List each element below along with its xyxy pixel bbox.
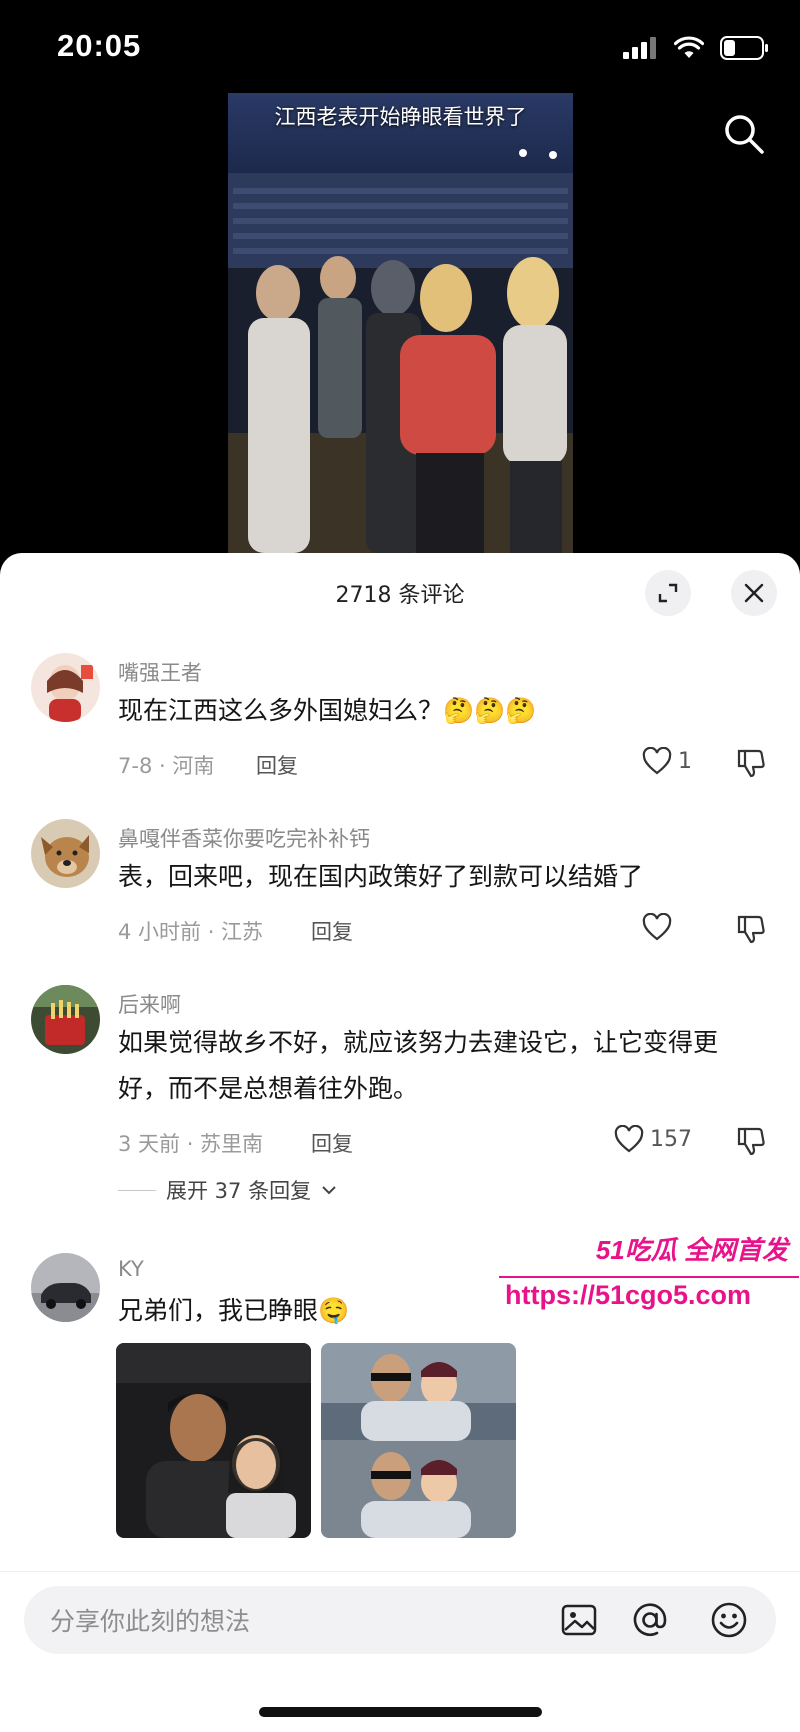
like-count: 157 [650,1126,692,1152]
comment-text: 现在江西这么多外国媳妇么？🤔🤔🤔 [118,696,537,725]
image-button[interactable] [560,1601,598,1639]
video-caption: 江西老表开始睁眼看世界了 [274,105,527,129]
expand-icon [658,583,678,603]
comment-meta: 3 天前 · 苏里南 [118,1132,264,1156]
comment-item: 鼻嘎伴香菜你要吃完补补钙 表，回来吧，现在国内政策好了到款可以结婚了 4 小时前… [0,819,800,959]
comments-header: 2718 条评论 [0,553,800,631]
reply-button[interactable]: 回复 [311,916,353,946]
like-button[interactable] [642,913,672,941]
search-button[interactable] [722,112,766,156]
comment-text: 表，回来吧，现在国内政策好了到款可以结婚了 [118,862,644,891]
comment-item: 后来啊 如果觉得故乡不好，就应该努力去建设它，让它变得更好，而不是总想着往外跑。… [0,985,800,1215]
thumbs-down-icon [737,1127,765,1156]
comment-input-pill [24,1586,776,1656]
emoji-button[interactable] [710,1601,748,1639]
watermark-brand: 51吃瓜 全网首发 [595,1235,788,1265]
thumbs-down-icon [737,915,765,944]
like-count: 1 [678,748,692,774]
watermark: 51吃瓜 全网首发 https://51cgo5.com [495,1230,800,1320]
watermark-line [499,1276,799,1278]
avatar[interactable] [31,1253,100,1322]
expand-replies-button[interactable]: 展开 37 条回复 [118,1175,337,1205]
search-icon [725,115,764,154]
comment-image[interactable] [116,1343,311,1538]
comment-image[interactable] [321,1343,516,1538]
home-indicator[interactable] [259,1707,542,1717]
wifi-icon [674,36,704,58]
dislike-button[interactable] [735,1125,767,1157]
heart-icon [642,747,672,775]
video-player[interactable]: 江西老表开始睁眼看世界了 [228,93,573,553]
heart-icon [642,913,672,941]
expand-button[interactable] [645,570,691,616]
status-time: 20:05 [57,28,142,63]
video-frame-image [228,93,573,553]
watermark-url: https://51cgo5.com [505,1280,752,1310]
battery-icon [720,36,768,60]
status-icons [622,36,770,60]
avatar[interactable] [31,985,100,1054]
cellular-signal-icon [623,37,656,59]
reply-button[interactable]: 回复 [311,1128,353,1158]
chevron-down-icon [322,1186,336,1195]
close-icon [744,583,764,603]
heart-icon [614,1125,644,1153]
at-icon [633,1603,667,1636]
comment-meta: 4 小时前 · 江苏 [118,920,264,944]
comment-username[interactable]: 后来啊 [118,989,181,1019]
status-bar: 20:05 [0,0,800,100]
dislike-button[interactable] [735,913,767,945]
image-icon [561,1604,597,1636]
expand-replies-label: 展开 37 条回复 [166,1179,312,1203]
emoji-icon [711,1602,747,1638]
comment-input[interactable] [48,1586,522,1656]
dislike-button[interactable] [735,747,767,779]
comment-text: 如果觉得故乡不好，就应该努力去建设它，让它变得更好，而不是总想着往外跑。 [118,1028,719,1103]
comment-username[interactable]: KY [118,1257,144,1281]
comment-item: 嘴强王者 现在江西这么多外国媳妇么？🤔🤔🤔 7-8 · 河南 回复 1 [0,653,800,793]
comment-username[interactable]: 鼻嘎伴香菜你要吃完补补钙 [118,823,370,853]
close-button[interactable] [731,570,777,616]
comments-sheet: 2718 条评论 嘴强王者 现在江西这么多外国媳妇么？🤔🤔🤔 7-8 · 河南 … [0,553,800,1731]
divider [118,1189,156,1191]
like-button[interactable]: 157 [614,1125,692,1153]
mention-button[interactable] [631,1601,669,1639]
like-button[interactable]: 1 [642,747,692,775]
avatar[interactable] [31,819,100,888]
comment-meta: 7-8 · 河南 [118,754,215,778]
comment-username[interactable]: 嘴强王者 [118,657,202,687]
avatar[interactable] [31,653,100,722]
reply-button[interactable]: 回复 [256,750,298,780]
thumbs-down-icon [737,749,765,778]
